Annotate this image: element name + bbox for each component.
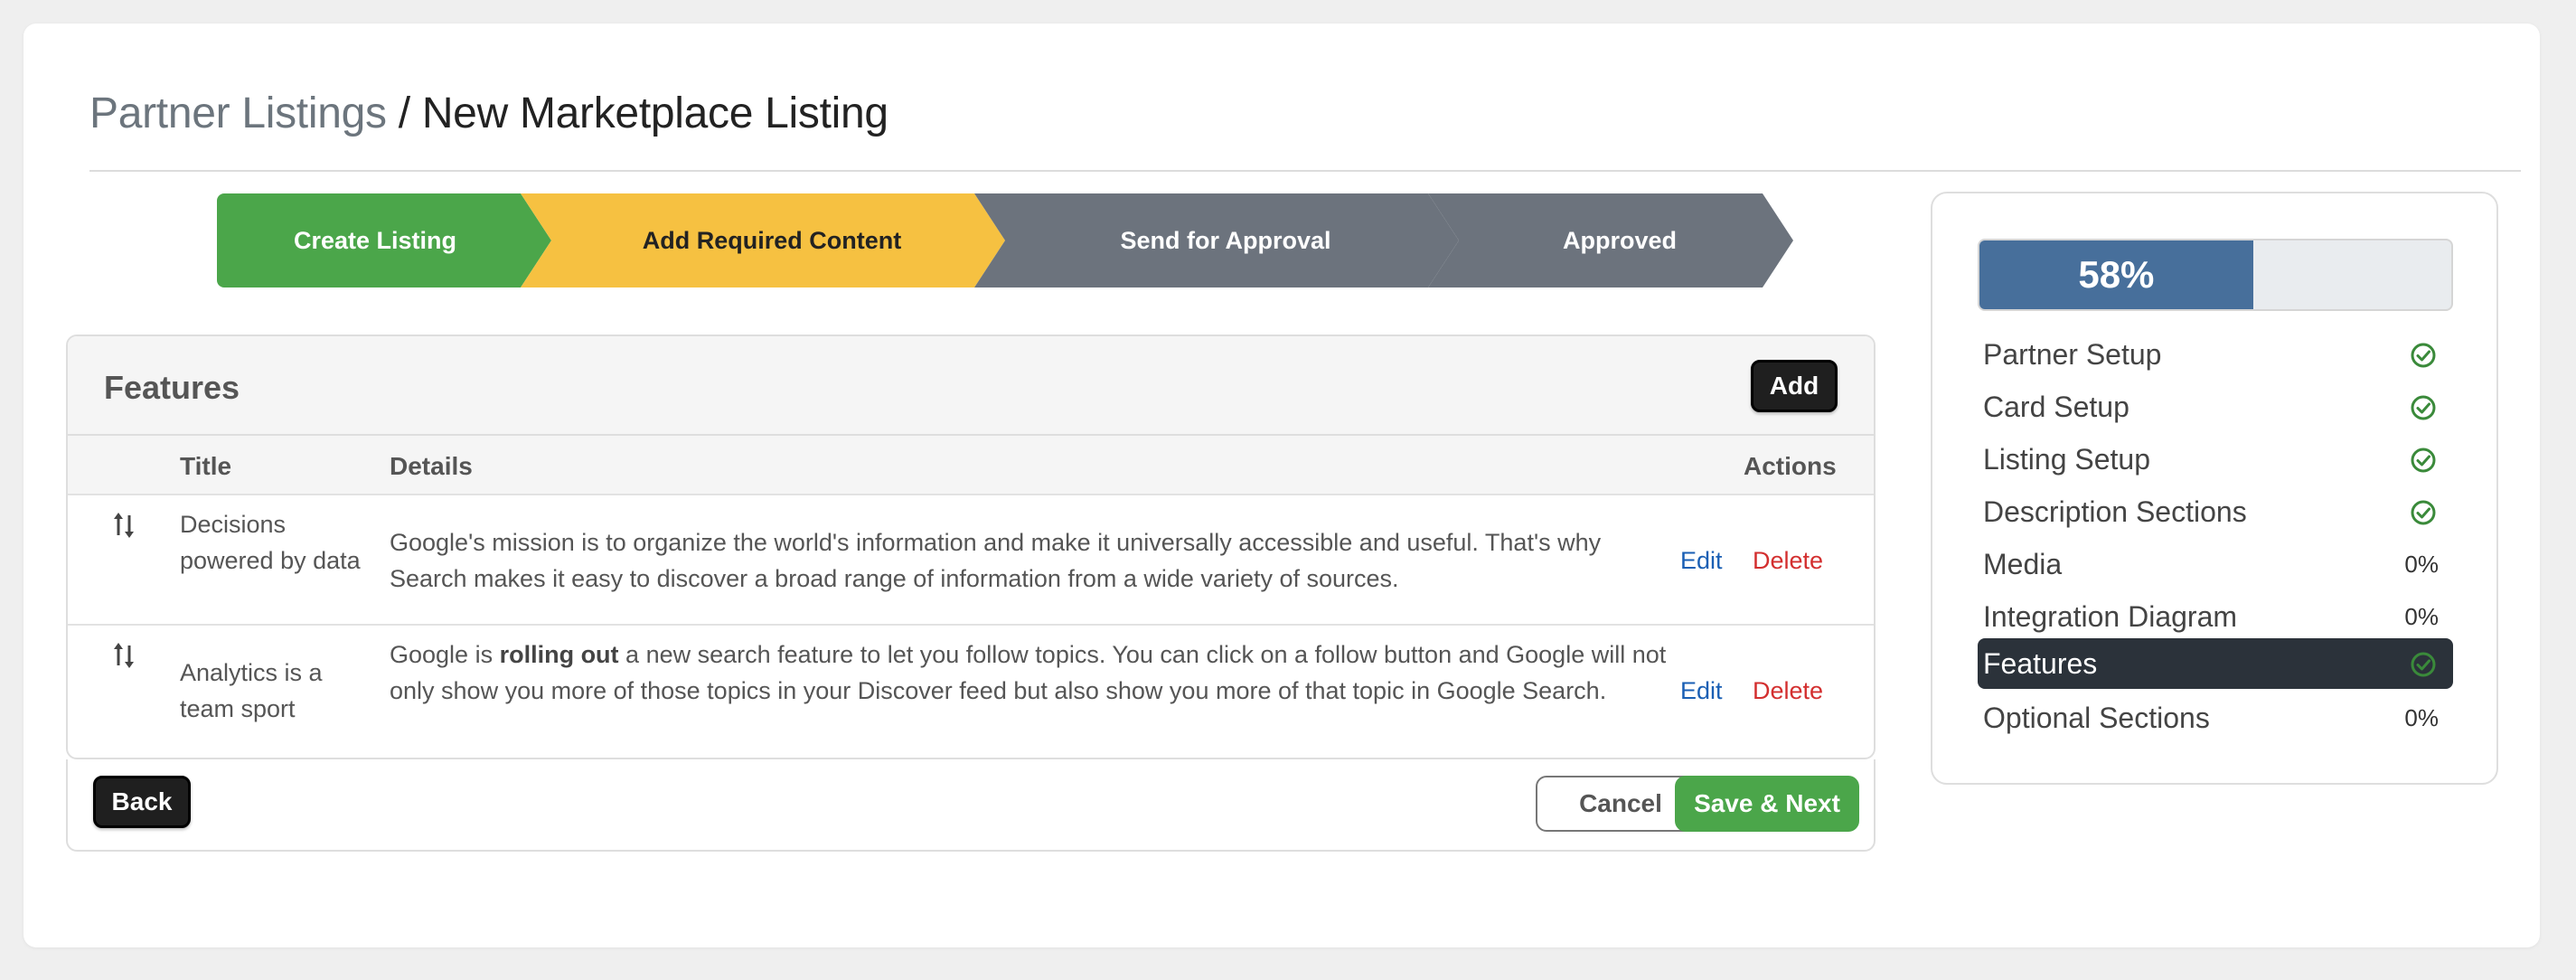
step-add-required-content[interactable]: Add Required Content xyxy=(521,193,1005,287)
sidebar-item-label: Listing Setup xyxy=(1983,442,2151,476)
check-circle-icon xyxy=(2411,343,2436,368)
features-title: Features xyxy=(104,369,240,406)
step-label: Add Required Content xyxy=(642,226,902,254)
breadcrumb-parent-link[interactable]: Partner Listings xyxy=(89,90,387,137)
sidebar-item-features[interactable]: Features xyxy=(1978,638,2453,689)
column-header-details: Details xyxy=(390,452,473,480)
step-send-for-approval[interactable]: Send for Approval xyxy=(974,193,1459,287)
feature-title: Decisions powered by data xyxy=(180,511,361,574)
progress-bar: 58% xyxy=(1978,239,2453,311)
sidebar-item-integration-diagram[interactable]: Integration Diagram 0% xyxy=(1978,591,2453,642)
sidebar-item-description-sections[interactable]: Description Sections xyxy=(1978,486,2453,537)
check-circle-icon xyxy=(2411,395,2436,420)
sidebar-item-label: Partner Setup xyxy=(1983,337,2162,371)
drag-sort-icon[interactable] xyxy=(111,510,136,541)
step-label: Send for Approval xyxy=(1120,226,1331,254)
sidebar-item-label: Card Setup xyxy=(1983,390,2129,423)
table-row: Decisions powered by data Google's missi… xyxy=(68,495,1874,626)
step-label: Create Listing xyxy=(293,226,457,254)
delete-link[interactable]: Delete xyxy=(1753,673,1823,709)
sidebar-item-optional-sections[interactable]: Optional Sections 0% xyxy=(1978,693,2453,743)
back-button[interactable]: Back xyxy=(93,776,191,828)
sidebar-item-media[interactable]: Media 0% xyxy=(1978,539,2453,589)
breadcrumb-separator: / xyxy=(386,90,422,137)
sidebar-item-label: Description Sections xyxy=(1983,495,2247,528)
step-approved[interactable]: Approved xyxy=(1428,193,1793,287)
progress-stepper: Create Listing Add Required Content Send… xyxy=(217,193,1772,287)
features-panel-header: Features Add xyxy=(68,336,1874,436)
sidebar-item-percent: 0% xyxy=(2404,550,2439,578)
feature-title: Analytics is a team sport xyxy=(180,659,323,722)
edit-link[interactable]: Edit xyxy=(1680,542,1723,579)
column-header-actions: Actions xyxy=(1744,452,1837,480)
table-row: Analytics is a team sport Google is roll… xyxy=(68,626,1874,758)
delete-link[interactable]: Delete xyxy=(1753,542,1823,579)
check-circle-icon xyxy=(2411,500,2436,525)
breadcrumb: Partner Listings / New Marketplace Listi… xyxy=(89,89,888,138)
feature-details: Google is rolling out a new search featu… xyxy=(390,636,1682,709)
step-create-listing[interactable]: Create Listing xyxy=(217,193,551,287)
step-label: Approved xyxy=(1562,226,1677,254)
sidebar-item-card-setup[interactable]: Card Setup xyxy=(1978,382,2453,432)
progress-sidebar: 58% Partner Setup Card Setup Listing Set… xyxy=(1931,192,2498,785)
feature-details: Google's mission is to organize the worl… xyxy=(390,529,1602,592)
details-text: Google is xyxy=(390,641,500,668)
check-circle-icon xyxy=(2411,652,2436,677)
save-and-next-button[interactable]: Save & Next xyxy=(1675,776,1859,832)
sidebar-item-partner-setup[interactable]: Partner Setup xyxy=(1978,329,2453,380)
sidebar-item-label: Media xyxy=(1983,547,2063,580)
progress-bar-fill: 58% xyxy=(1979,240,2253,309)
table-header: Title Details Actions xyxy=(68,436,1874,495)
details-bold-text: rolling out xyxy=(499,641,619,668)
add-feature-button[interactable]: Add xyxy=(1751,360,1838,412)
edit-link[interactable]: Edit xyxy=(1680,673,1723,709)
sidebar-item-percent: 0% xyxy=(2404,602,2439,630)
column-header-title: Title xyxy=(180,452,232,480)
sidebar-item-label: Integration Diagram xyxy=(1983,599,2238,633)
drag-sort-icon[interactable] xyxy=(111,640,136,671)
sidebar-item-label: Features xyxy=(1983,646,2098,680)
sidebar-item-percent: 0% xyxy=(2404,703,2439,731)
features-panel: Features Add Title Details Actions Decis… xyxy=(66,335,1876,759)
sidebar-item-label: Optional Sections xyxy=(1983,701,2210,734)
divider xyxy=(89,170,2521,172)
breadcrumb-current: New Marketplace Listing xyxy=(421,90,888,137)
check-circle-icon xyxy=(2411,448,2436,473)
form-footer: Back Cancel Save & Next xyxy=(66,759,1876,852)
sidebar-item-listing-setup[interactable]: Listing Setup xyxy=(1978,434,2453,485)
